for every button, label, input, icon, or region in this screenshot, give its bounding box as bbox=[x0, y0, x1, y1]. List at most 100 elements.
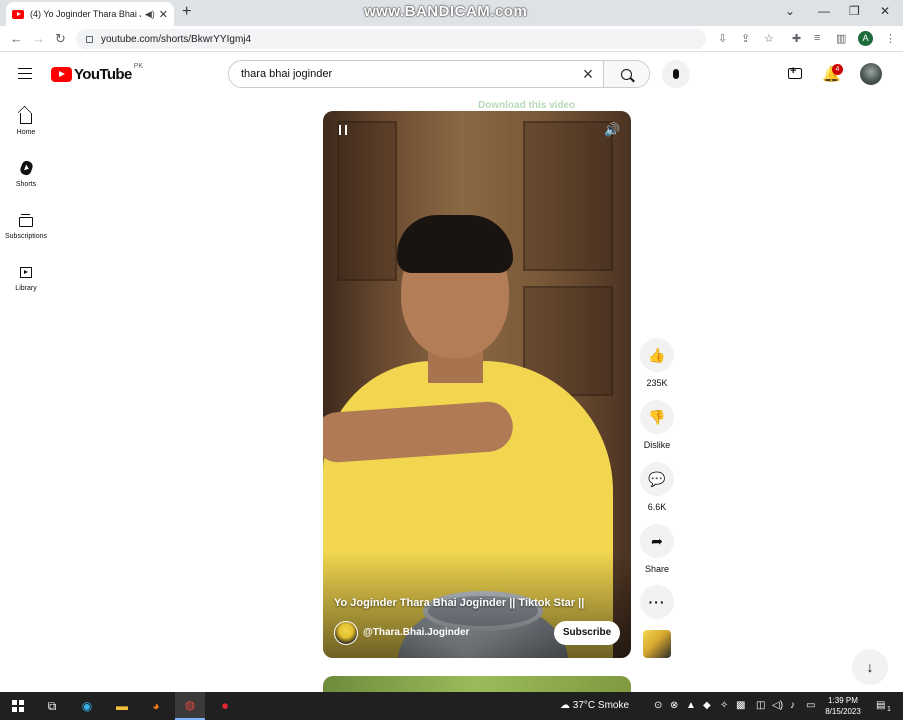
task-view-icon[interactable]: ⧉ bbox=[42, 696, 62, 716]
back-button[interactable]: ← bbox=[10, 31, 23, 46]
tab-close-icon[interactable]: ✕ bbox=[159, 8, 168, 21]
tray-app-icon[interactable]: ◫ bbox=[756, 700, 765, 711]
clock-date: 8/15/2023 bbox=[825, 707, 861, 716]
tray-app-icon[interactable]: ▲ bbox=[686, 700, 696, 711]
share-label: Share bbox=[644, 564, 670, 574]
dislike-action: 👎 Dislike bbox=[640, 400, 674, 450]
comments-button[interactable]: 💬 bbox=[640, 462, 674, 496]
bandicam-record-icon[interactable]: ⏺ bbox=[215, 696, 235, 716]
youtube-favicon-icon bbox=[12, 9, 24, 19]
file-explorer-icon[interactable]: ▬ bbox=[112, 696, 132, 716]
mic-tray-icon[interactable]: ♪ bbox=[790, 700, 795, 711]
library-icon bbox=[20, 266, 32, 278]
install-app-icon[interactable]: ⇩ bbox=[718, 32, 727, 45]
clear-search-icon[interactable]: × bbox=[573, 64, 603, 85]
restore-button[interactable]: ❐ bbox=[849, 4, 860, 18]
shorts-icon bbox=[18, 159, 34, 177]
home-icon bbox=[20, 112, 32, 124]
next-video-button[interactable]: ↓ bbox=[852, 649, 888, 685]
dislike-label: Dislike bbox=[643, 440, 671, 450]
sidebar-item-label: Subscriptions bbox=[4, 233, 48, 240]
bandicam-watermark: www.BANDICAM.com bbox=[364, 3, 528, 20]
browser-toolbar: ← → ↻ youtube.com/shorts/BkwrYYIgmj4 ⇩ ⇪… bbox=[0, 26, 903, 52]
channel-handle[interactable]: @Thara.Bhai.Joginder bbox=[363, 627, 469, 638]
tab-audio-icon[interactable]: ◀) bbox=[145, 9, 155, 20]
sidebar-item-label: Shorts bbox=[15, 181, 37, 188]
guide-menu-icon[interactable] bbox=[18, 68, 32, 79]
short-title[interactable]: Yo Joginder Thara Bhai Joginder || Tikto… bbox=[334, 597, 604, 609]
download-video-banner[interactable]: Download this video bbox=[478, 100, 575, 111]
browser-menu-icon[interactable]: ⋮ bbox=[885, 32, 896, 45]
youtube-wordmark: YouTube bbox=[74, 66, 132, 83]
tray-record-icon[interactable]: ⊙ bbox=[654, 700, 662, 711]
search-box: thara bhai joginder × bbox=[228, 60, 650, 88]
share-page-icon[interactable]: ⇪ bbox=[741, 32, 750, 45]
close-window-button[interactable]: ✕ bbox=[880, 4, 890, 18]
youtube-play-logo-icon bbox=[51, 67, 72, 82]
channel-avatar[interactable] bbox=[334, 621, 358, 645]
tab-title: (4) Yo Joginder Thara Bhai Jo bbox=[30, 9, 141, 19]
like-action: 👍 235K bbox=[640, 338, 674, 388]
tray-app-icon[interactable]: ▩ bbox=[736, 700, 745, 711]
subscribe-button[interactable]: Subscribe bbox=[554, 621, 620, 645]
speaker-icon[interactable]: ◁) bbox=[772, 700, 783, 711]
share-arrow-icon: ➦ bbox=[651, 532, 663, 549]
voice-search-button[interactable] bbox=[662, 60, 690, 88]
weather-widget[interactable]: ☁ 37°C Smoke bbox=[560, 700, 629, 711]
sidebar-item-shorts[interactable]: Shorts bbox=[0, 158, 52, 188]
subscriptions-icon bbox=[19, 213, 33, 227]
tray-app-icon[interactable]: ◆ bbox=[703, 700, 711, 711]
firefox-icon[interactable]: ◕ bbox=[146, 696, 166, 716]
forward-button[interactable]: → bbox=[32, 31, 45, 46]
media-controls-icon[interactable]: ≡ bbox=[814, 32, 820, 44]
pause-icon[interactable] bbox=[339, 125, 347, 135]
new-tab-button[interactable]: + bbox=[182, 3, 191, 21]
battery-icon[interactable]: ▭ bbox=[806, 700, 815, 711]
bookmark-star-icon[interactable]: ☆ bbox=[764, 32, 774, 45]
more-horizontal-icon: ··· bbox=[648, 594, 666, 610]
search-button[interactable] bbox=[603, 61, 649, 87]
shorts-video-player[interactable]: 🔊 Yo Joginder Thara Bhai Joginder || Tik… bbox=[323, 111, 631, 658]
volume-icon[interactable]: 🔊 bbox=[604, 122, 620, 138]
browser-tab[interactable]: (4) Yo Joginder Thara Bhai Jo ◀) ✕ bbox=[6, 2, 174, 26]
sound-source-thumbnail[interactable] bbox=[643, 630, 671, 658]
minimize-button[interactable]: — bbox=[818, 4, 830, 18]
action-center-count: 1 bbox=[887, 706, 891, 713]
account-avatar[interactable] bbox=[860, 63, 882, 85]
like-button[interactable]: 👍 bbox=[640, 338, 674, 372]
search-icon bbox=[621, 68, 632, 80]
weather-text: 37°C Smoke bbox=[572, 700, 630, 711]
side-panel-icon[interactable]: ▥ bbox=[836, 32, 846, 45]
tray-app-icon[interactable]: ✧ bbox=[720, 700, 728, 711]
tray-app-icon[interactable]: ⊗ bbox=[670, 700, 678, 711]
lock-icon bbox=[86, 35, 93, 43]
browser-profile-avatar[interactable]: A bbox=[858, 31, 873, 46]
comment-icon: 💬 bbox=[648, 470, 666, 487]
youtube-logo[interactable]: YouTube PK bbox=[51, 63, 143, 83]
taskbar-clock[interactable]: 1:39 PM 8/15/2023 bbox=[820, 695, 866, 717]
reload-button[interactable]: ↻ bbox=[55, 31, 66, 47]
extensions-icon[interactable]: ✚ bbox=[792, 32, 801, 45]
dislike-button[interactable]: 👎 bbox=[640, 400, 674, 434]
action-center-icon[interactable]: ▤ bbox=[876, 700, 885, 711]
share-button[interactable]: ➦ bbox=[640, 524, 674, 558]
sidebar-item-home[interactable]: Home bbox=[0, 106, 52, 136]
chrome-taskbar-icon[interactable]: ◍ bbox=[175, 692, 205, 720]
door-panel bbox=[523, 121, 613, 271]
microphone-icon bbox=[673, 69, 679, 79]
sidebar-item-library[interactable]: Library bbox=[0, 262, 52, 292]
url-text: youtube.com/shorts/BkwrYYIgmj4 bbox=[101, 33, 252, 45]
create-video-icon[interactable] bbox=[788, 65, 802, 79]
more-options-button[interactable]: ··· bbox=[640, 585, 674, 619]
video-person-hair bbox=[397, 215, 513, 273]
comments-action: 💬 6.6K bbox=[640, 462, 674, 512]
windows-start-icon[interactable] bbox=[12, 700, 24, 712]
clock-time: 1:39 PM bbox=[828, 696, 858, 705]
notifications-badge: 4 bbox=[832, 64, 843, 75]
search-input[interactable]: thara bhai joginder bbox=[229, 68, 573, 80]
address-bar[interactable]: youtube.com/shorts/BkwrYYIgmj4 bbox=[76, 29, 706, 49]
sidebar-item-subscriptions[interactable]: Subscriptions bbox=[0, 210, 52, 240]
more-action: ··· bbox=[640, 585, 674, 619]
edge-browser-icon[interactable]: ◉ bbox=[77, 696, 97, 716]
tab-search-chevron-icon[interactable]: ⌄ bbox=[785, 4, 795, 18]
